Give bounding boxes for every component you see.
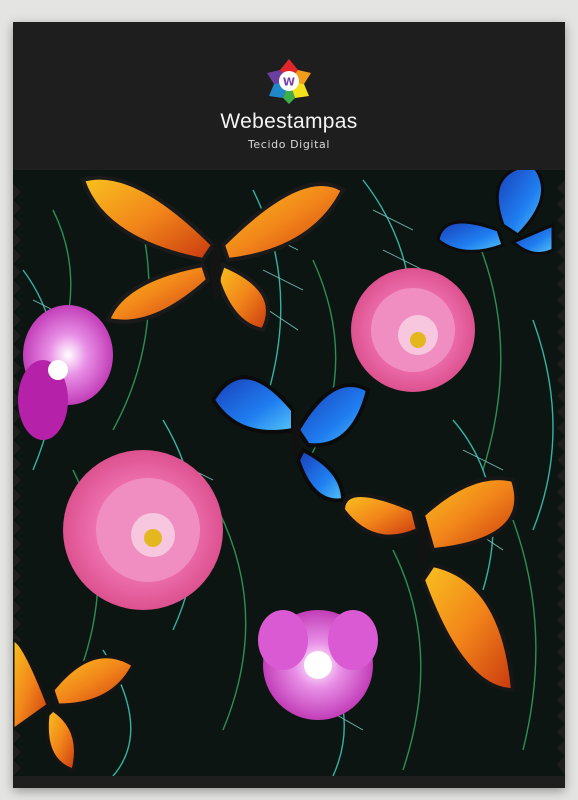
brand-name: Webestampas	[220, 110, 358, 133]
svg-text:W: W	[283, 76, 295, 89]
pink-peony-top-right	[351, 268, 475, 392]
fabric-print-swatch	[13, 170, 565, 776]
webestampas-logo-icon: W	[267, 59, 311, 104]
brand-tagline: Tecido Digital	[247, 138, 330, 151]
swatch-header: W Webestampas Tecido Digital	[13, 22, 565, 172]
pink-peony-center-left	[63, 450, 223, 610]
